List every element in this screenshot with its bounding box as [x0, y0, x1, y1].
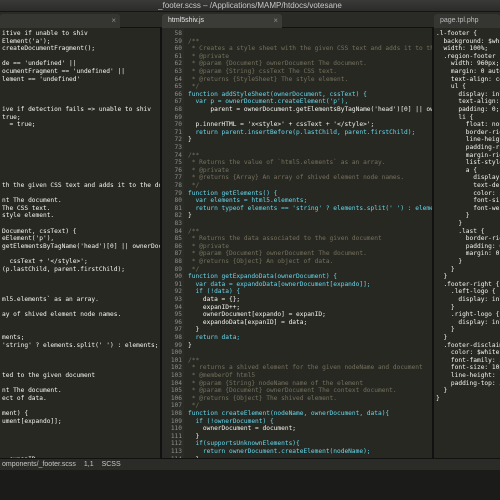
code-line: ted to the given document	[2, 372, 96, 379]
code-line: }	[436, 394, 440, 402]
panel-area	[0, 470, 500, 500]
tab-footer-scss[interactable]: ×	[0, 14, 120, 28]
close-icon[interactable]: ×	[111, 14, 116, 28]
status-bar: omponents/_footer.scss 1,1 SCSS	[0, 458, 500, 470]
code-line: ect of data.	[2, 394, 47, 402]
status-file-path: omponents/_footer.scss	[2, 461, 76, 468]
code-line: * @returns {Object} The shived element.	[188, 394, 338, 402]
code-line: createDocumentFragment();	[2, 45, 96, 53]
code-line: }	[188, 212, 192, 220]
code-line: ive if detection fails => unable to shiv	[2, 106, 152, 113]
code-line: return typeof elements == 'string' ? ele…	[188, 204, 432, 212]
tab-page-tpl[interactable]: page.tpl.php	[434, 14, 500, 28]
code-line: return ownerDocument.createElement(nodeN…	[188, 448, 371, 455]
editor-pane-main[interactable]: 58 59/** 60 * Creates a style sheet with t…	[162, 28, 432, 458]
code-line: ay of shived element node names.	[2, 311, 122, 319]
code-line: (p.lastChild, parent.firstChild);	[2, 265, 125, 273]
status-syntax[interactable]: SCSS	[102, 461, 121, 468]
code-line: getElementsByTagName('head')[0] || owner…	[2, 242, 160, 250]
code-line: * @returns {Object} An object of data.	[188, 258, 334, 265]
code-line: expandoData[expanID] = data;	[188, 318, 308, 326]
tab-label: html5shiv.js	[168, 17, 205, 24]
code-line: return data;	[188, 334, 241, 341]
window-title: _footer.scss – /Applications/MAMP/htdocs…	[0, 0, 500, 12]
close-icon[interactable]: ×	[273, 14, 278, 28]
code-line: 'string' ? elements.split(' ') : element…	[2, 341, 159, 349]
editor-pane-left[interactable]: itive if unable to shiv Element('a'); crea…	[0, 28, 160, 458]
code-line: ownerDocument = document;	[188, 425, 297, 433]
code-line: th the given CSS text and adds it to the…	[2, 182, 160, 189]
code-line: * @returns {Array} An array of shived el…	[188, 174, 405, 182]
tab-bar: × html5shiv.js × page.tpl.php	[0, 12, 500, 28]
editor-pane-right[interactable]: .l-footer { background: $white; width: 1…	[434, 28, 500, 458]
status-cursor-position: 1,1	[83, 461, 94, 468]
tab-html5shiv[interactable]: html5shiv.js ×	[162, 14, 282, 28]
code-line: = true;	[2, 121, 36, 129]
code-line: parent = ownerDocument.getElementsByTagN…	[210, 106, 432, 113]
code-line: * @returns {StyleSheet} The style elemen…	[188, 75, 349, 83]
tab-label: page.tpl.php	[440, 17, 479, 24]
code-line: }	[188, 136, 192, 144]
code-line: return parent.insertBefore(p.lastChild, …	[188, 128, 416, 136]
code-line: ument[expando]];	[2, 417, 62, 425]
code-line: ml5.elements` as an array.	[2, 296, 99, 303]
code-line: }	[188, 341, 192, 349]
code-line: style element.	[2, 212, 55, 220]
code-line: lement == 'undefined'	[2, 75, 81, 83]
